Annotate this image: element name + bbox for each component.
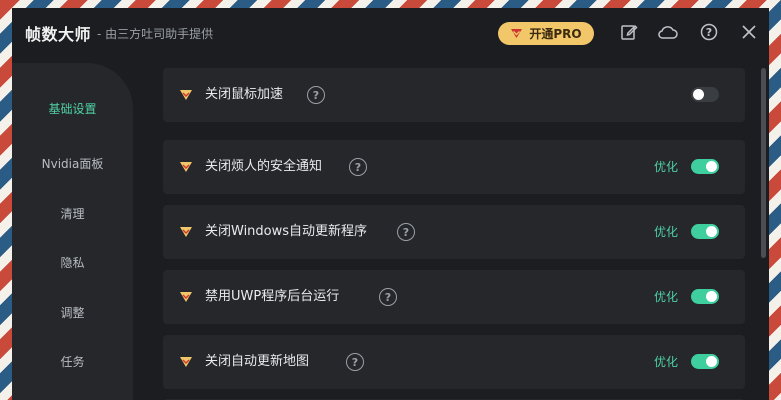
help-icon[interactable]: ?	[698, 21, 720, 43]
optimized-status: 优化	[654, 290, 679, 304]
app-window: 帧数大师 - 由三方吐司助手提供 开通PRO ? 基础设置 Nvidia面板 清…	[12, 8, 769, 400]
diamond-icon	[180, 292, 192, 302]
edit-icon[interactable]	[618, 21, 640, 43]
sidebar-item-privacy[interactable]: 隐私	[12, 238, 133, 288]
help-icon[interactable]: ?	[397, 223, 415, 241]
setting-label: 关闭自动更新地图	[205, 354, 310, 369]
setting-label: 关闭Windows自动更新程序	[205, 224, 368, 239]
app-title: 帧数大师	[25, 25, 92, 44]
setting-row: 关闭鼠标加速 ?	[163, 68, 745, 122]
setting-label: 关闭烦人的安全通知	[205, 159, 323, 174]
toggle-knob	[706, 291, 717, 302]
setting-label: 禁用UWP程序后台运行	[205, 289, 340, 304]
help-icon[interactable]: ?	[349, 158, 367, 176]
optimized-status: 优化	[654, 225, 679, 239]
sidebar-item-label: 调整	[60, 305, 85, 320]
sidebar: 基础设置 Nvidia面板 清理 隐私 调整 任务	[12, 63, 133, 400]
upgrade-pro-button[interactable]: 开通PRO	[498, 22, 594, 45]
diamond-icon	[180, 357, 192, 367]
toggle-knob	[706, 161, 717, 172]
setting-toggle[interactable]	[691, 87, 719, 102]
sidebar-item-tasks[interactable]: 任务	[12, 337, 133, 387]
diamond-icon	[180, 227, 192, 237]
sidebar-item-cleanup[interactable]: 清理	[12, 189, 133, 239]
svg-text:?: ?	[706, 26, 712, 39]
diamond-icon	[180, 162, 192, 172]
close-icon[interactable]	[738, 21, 760, 43]
setting-label: 关闭鼠标加速	[205, 87, 284, 102]
sidebar-item-label: 清理	[60, 206, 85, 221]
app-subtitle: - 由三方吐司助手提供	[97, 26, 214, 41]
setting-toggle[interactable]	[691, 224, 719, 239]
sidebar-item-nvidia[interactable]: Nvidia面板	[12, 139, 133, 189]
setting-toggle[interactable]	[691, 354, 719, 369]
setting-row: 关闭烦人的安全通知 ? 优化	[163, 140, 745, 194]
toggle-knob	[693, 89, 704, 100]
help-icon[interactable]: ?	[379, 288, 397, 306]
setting-row: 禁用UWP程序后台运行 ? 优化	[163, 270, 745, 324]
toggle-knob	[706, 356, 717, 367]
sidebar-item-basic-settings[interactable]: 基础设置	[12, 63, 133, 139]
toggle-knob	[706, 226, 717, 237]
sidebar-item-label: 基础设置	[48, 101, 97, 116]
setting-row: 关闭自动更新地图 ? 优化	[163, 335, 745, 389]
title-bar: 帧数大师 - 由三方吐司助手提供	[12, 8, 769, 58]
setting-toggle[interactable]	[691, 159, 719, 174]
sidebar-item-label: 隐私	[60, 256, 85, 271]
sidebar-item-label: 任务	[60, 355, 85, 370]
diamond-icon	[511, 29, 523, 38]
upgrade-pro-label: 开通PRO	[529, 27, 582, 41]
sidebar-item-label: Nvidia面板	[41, 157, 104, 172]
setting-toggle[interactable]	[691, 289, 719, 304]
optimized-status: 优化	[654, 355, 679, 369]
settings-list: 关闭鼠标加速 ? 关闭烦人的安全通知 ? 优化 关闭Windows自动更新程序 …	[163, 66, 745, 400]
diamond-icon	[180, 90, 192, 100]
help-icon[interactable]: ?	[346, 353, 364, 371]
optimized-status: 优化	[654, 160, 679, 174]
help-icon[interactable]: ?	[307, 86, 325, 104]
sidebar-item-tweaks[interactable]: 调整	[12, 288, 133, 338]
setting-row: 关闭Windows自动更新程序 ? 优化	[163, 205, 745, 259]
cloud-icon[interactable]	[657, 21, 679, 43]
scrollbar[interactable]	[761, 68, 766, 258]
